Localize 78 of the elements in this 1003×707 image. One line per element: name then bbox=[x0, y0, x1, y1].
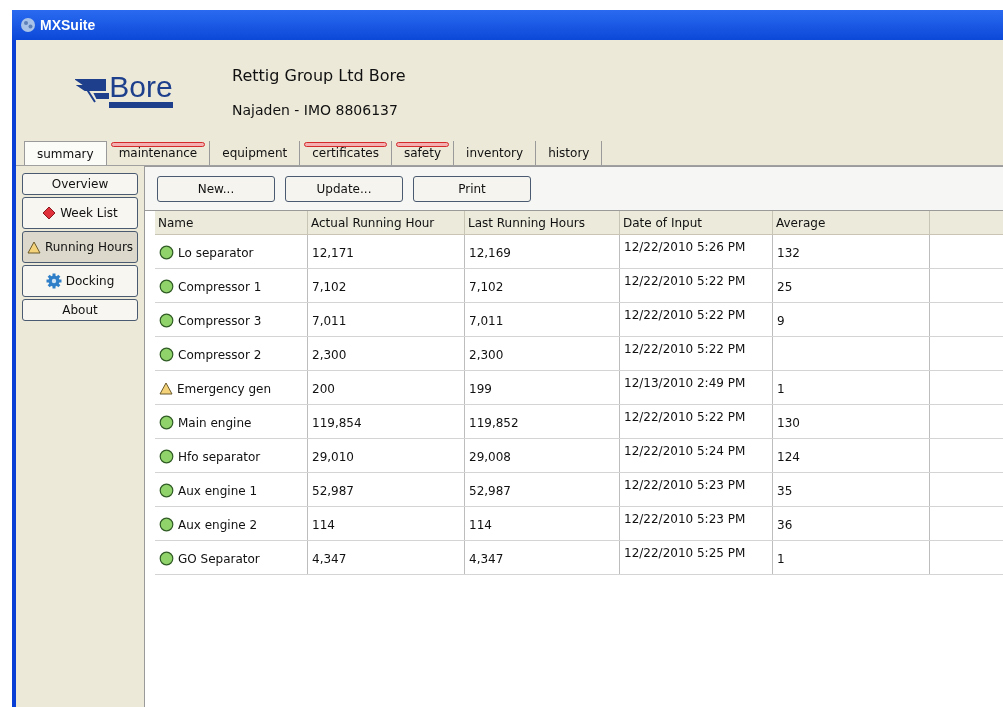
tab[interactable]: certificates bbox=[300, 141, 392, 165]
table-cell: Lo separator bbox=[155, 235, 308, 268]
table-cell: 25 bbox=[773, 269, 930, 302]
table-cell: 12/22/2010 5:24 PM bbox=[620, 439, 773, 472]
table-cell: Aux engine 1 bbox=[155, 473, 308, 506]
table-cell: 12,169 bbox=[465, 235, 620, 268]
table-cell: 12,171 bbox=[308, 235, 465, 268]
table-cell: Compressor 3 bbox=[155, 303, 308, 336]
table-cell: 7,102 bbox=[308, 269, 465, 302]
gear-icon bbox=[45, 273, 62, 289]
table-cell: 12/22/2010 5:22 PM bbox=[620, 269, 773, 302]
company-name: Rettig Group Ltd Bore bbox=[232, 65, 406, 87]
table-cell: 29,008 bbox=[465, 439, 620, 472]
tab[interactable]: history bbox=[536, 141, 603, 165]
column-header[interactable]: Last Running Hours bbox=[465, 211, 620, 234]
table-cell: Compressor 1 bbox=[155, 269, 308, 302]
table-cell: 7,011 bbox=[465, 303, 620, 336]
table-cell: 200 bbox=[308, 371, 465, 404]
column-header[interactable]: Date of Input bbox=[620, 211, 773, 234]
sidebar-item[interactable]: Docking bbox=[22, 265, 138, 297]
table-cell: 12/22/2010 5:26 PM bbox=[620, 235, 773, 268]
table-cell: 4,347 bbox=[465, 541, 620, 574]
table-cell: 1 bbox=[773, 371, 930, 404]
table-cell: Hfo separator bbox=[155, 439, 308, 472]
column-header[interactable]: Actual Running Hour bbox=[308, 211, 465, 234]
table-cell: 4,347 bbox=[308, 541, 465, 574]
diamond-icon bbox=[42, 206, 57, 220]
toolbar-button[interactable]: Update... bbox=[285, 175, 403, 202]
toolbar-button[interactable]: Print bbox=[413, 175, 531, 202]
table-cell: 29,010 bbox=[308, 439, 465, 472]
tab[interactable]: maintenance bbox=[106, 141, 211, 165]
logo: Bore bbox=[75, 72, 173, 108]
table-cell: 1 bbox=[773, 541, 930, 574]
table-cell: 130 bbox=[773, 405, 930, 438]
column-header[interactable]: Name bbox=[155, 211, 308, 234]
sidebar-item[interactable]: Week List bbox=[22, 197, 138, 229]
toolbar-button[interactable]: New... bbox=[157, 175, 275, 202]
table-cell: 119,852 bbox=[465, 405, 620, 438]
table-cell: 52,987 bbox=[465, 473, 620, 506]
table-cell: 12/22/2010 5:22 PM bbox=[620, 405, 773, 438]
column-header[interactable]: Average bbox=[773, 211, 930, 234]
table-cell: 12/22/2010 5:25 PM bbox=[620, 541, 773, 574]
tab[interactable]: safety bbox=[392, 141, 455, 165]
table-cell: 7,011 bbox=[308, 303, 465, 336]
table-cell: 12/22/2010 5:22 PM bbox=[620, 303, 773, 336]
table-cell: Compressor 2 bbox=[155, 337, 308, 370]
vessel-name: Najaden - IMO 8806137 bbox=[232, 101, 399, 120]
table-cell: Main engine bbox=[155, 405, 308, 438]
table-cell: 7,102 bbox=[465, 269, 620, 302]
sidebar-item[interactable]: About bbox=[22, 299, 138, 321]
sidebar-item[interactable]: Running Hours bbox=[22, 231, 138, 263]
table-cell: 119,854 bbox=[308, 405, 465, 438]
warning-icon bbox=[26, 240, 41, 254]
table-cell: 124 bbox=[773, 439, 930, 472]
table-cell: 35 bbox=[773, 473, 930, 506]
table-cell: 12/22/2010 5:22 PM bbox=[620, 337, 773, 370]
table-cell: Aux engine 2 bbox=[155, 507, 308, 540]
table-cell: 199 bbox=[465, 371, 620, 404]
alert-marker bbox=[396, 142, 450, 147]
table-cell: 52,987 bbox=[308, 473, 465, 506]
table-cell: 12/13/2010 2:49 PM bbox=[620, 371, 773, 404]
table-cell: 114 bbox=[465, 507, 620, 540]
window-title: MXSuite bbox=[40, 15, 96, 35]
tab[interactable]: summary bbox=[24, 141, 107, 165]
sidebar-item[interactable]: Overview bbox=[22, 173, 138, 195]
table-cell: 36 bbox=[773, 507, 930, 540]
table-cell: Emergency gen bbox=[155, 371, 308, 404]
table-cell: 12/22/2010 5:23 PM bbox=[620, 507, 773, 540]
table-cell: 132 bbox=[773, 235, 930, 268]
table-cell: 2,300 bbox=[308, 337, 465, 370]
app-icon bbox=[20, 17, 36, 33]
table-cell: 114 bbox=[308, 507, 465, 540]
table-cell: 12/22/2010 5:23 PM bbox=[620, 473, 773, 506]
tab[interactable]: equipment bbox=[210, 141, 301, 165]
table-cell: 2,300 bbox=[465, 337, 620, 370]
table-cell: GO Separator bbox=[155, 541, 308, 574]
table-cell: 9 bbox=[773, 303, 930, 336]
tab[interactable]: inventory bbox=[454, 141, 537, 165]
